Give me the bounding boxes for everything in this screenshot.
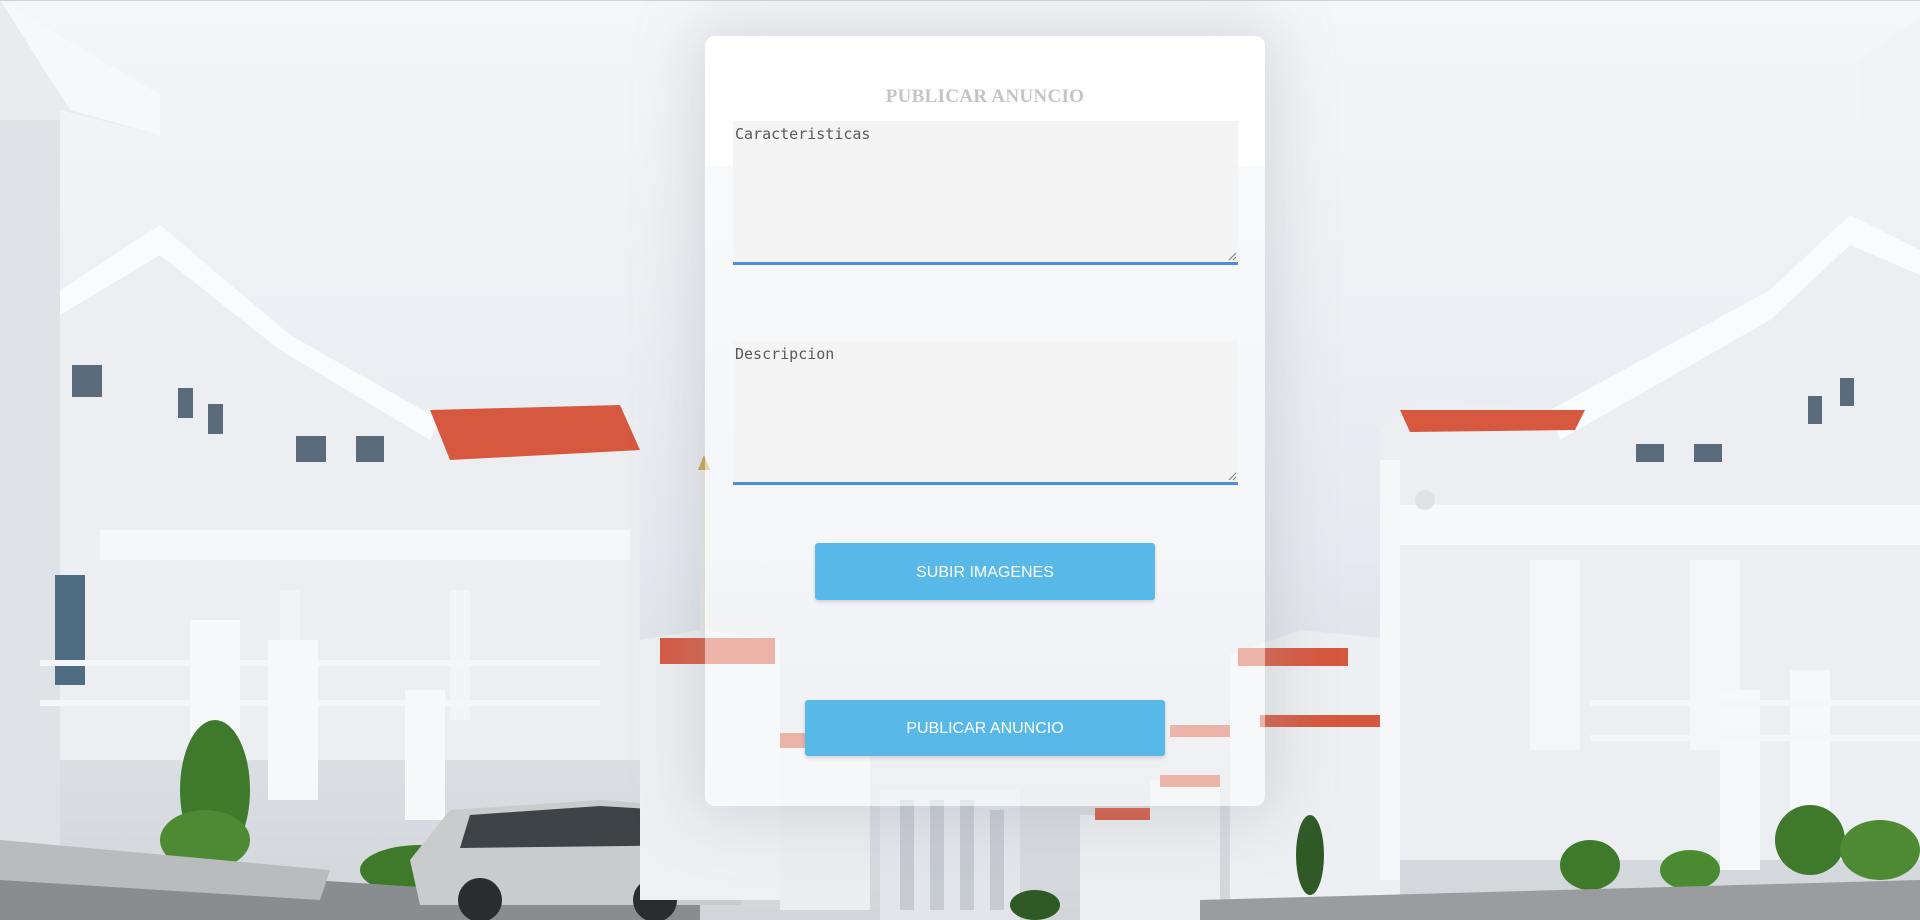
- publish-ad-form: PUBLICAR ANUNCIO SUBIR IMAGENES PUBLICAR…: [705, 36, 1265, 806]
- resize-grip-icon[interactable]: [1227, 471, 1237, 481]
- features-field-wrapper: [733, 121, 1238, 265]
- description-textarea[interactable]: [733, 341, 1238, 482]
- publish-ad-button[interactable]: PUBLICAR ANUNCIO: [805, 700, 1165, 756]
- upload-images-button[interactable]: SUBIR IMAGENES: [815, 543, 1155, 600]
- resize-grip-icon[interactable]: [1227, 251, 1237, 261]
- features-textarea[interactable]: [733, 121, 1238, 262]
- form-title: PUBLICAR ANUNCIO: [885, 86, 1085, 107]
- description-field-wrapper: [733, 341, 1238, 485]
